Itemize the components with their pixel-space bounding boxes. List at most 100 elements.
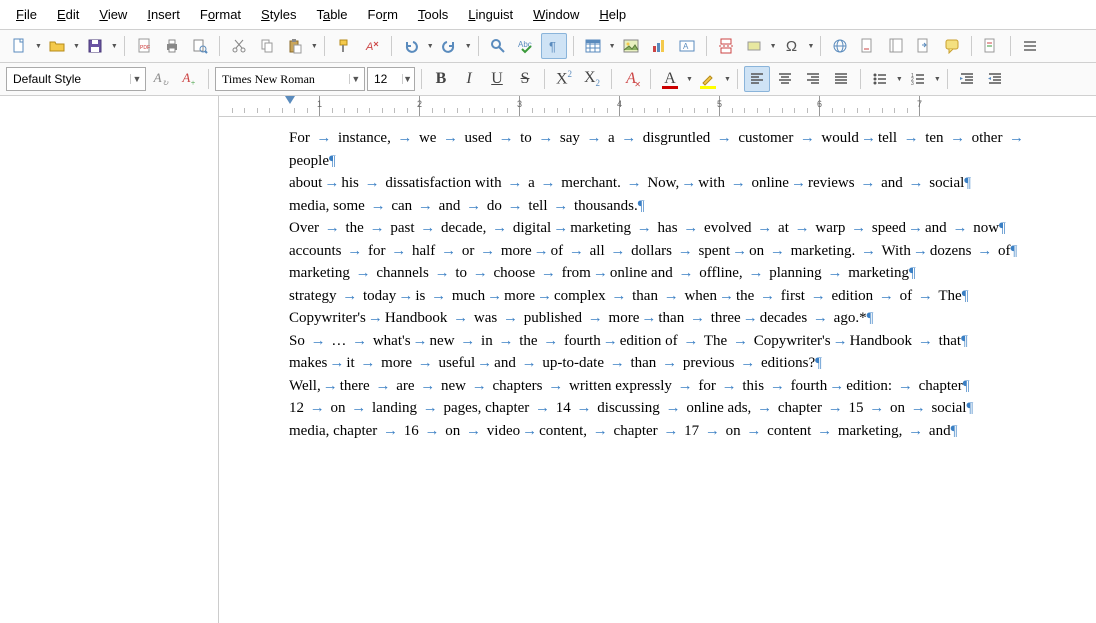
document-page[interactable]: For → instance, → we → used → to → say →… xyxy=(219,117,1096,452)
numbered-list-button[interactable]: 123 xyxy=(905,66,931,92)
bookmark-button[interactable] xyxy=(883,33,909,59)
undo-button[interactable] xyxy=(398,33,424,59)
cross-ref-button[interactable] xyxy=(911,33,937,59)
paragraph[interactable]: strategy → today→is → much→more→complex … xyxy=(289,285,1026,308)
dropdown-arrow-icon[interactable]: ▼ xyxy=(73,43,80,50)
new-style-button[interactable]: A+ xyxy=(176,66,202,92)
comment-button[interactable] xyxy=(939,33,965,59)
paragraph[interactable]: makes→it → more → useful→and → up-to-dat… xyxy=(289,352,1026,375)
insert-textbox-button[interactable]: A xyxy=(674,33,700,59)
menu-form[interactable]: Form xyxy=(360,4,406,25)
dropdown-arrow-icon[interactable]: ▼ xyxy=(427,43,434,50)
menu-linguist[interactable]: Linguist xyxy=(460,4,521,25)
bold-button[interactable]: B xyxy=(428,66,454,92)
print-preview-button[interactable] xyxy=(187,33,213,59)
dropdown-arrow-icon[interactable]: ▼ xyxy=(111,43,118,50)
special-char-button[interactable]: Ω xyxy=(779,33,805,59)
redo-button[interactable] xyxy=(436,33,462,59)
formatting-marks-button[interactable]: ¶ xyxy=(541,33,567,59)
menu-insert[interactable]: Insert xyxy=(139,4,188,25)
paragraph[interactable]: Over → the → past → decade, → digital→ma… xyxy=(289,217,1026,240)
menu-table[interactable]: Table xyxy=(308,4,355,25)
decrease-indent-button[interactable] xyxy=(982,66,1008,92)
dropdown-arrow-icon[interactable]: ▼ xyxy=(35,43,42,50)
paragraph[interactable]: Copywriter's→Handbook → was → published … xyxy=(289,307,1026,330)
subscript-button[interactable]: X2 xyxy=(579,66,605,92)
show-draw-button[interactable] xyxy=(1017,33,1043,59)
page-break-button[interactable] xyxy=(713,33,739,59)
dropdown-arrow-icon[interactable]: ▼ xyxy=(402,74,412,84)
clear-formatting-button[interactable]: A xyxy=(359,33,385,59)
cut-button[interactable] xyxy=(226,33,252,59)
menu-help[interactable]: Help xyxy=(591,4,634,25)
spellcheck-button[interactable]: Abc xyxy=(513,33,539,59)
menu-window[interactable]: Window xyxy=(525,4,587,25)
insert-image-button[interactable] xyxy=(618,33,644,59)
dropdown-arrow-icon[interactable]: ▼ xyxy=(934,76,941,83)
update-style-button[interactable]: A↻ xyxy=(148,66,174,92)
font-name-combo[interactable]: ▼ xyxy=(215,67,365,91)
save-button[interactable] xyxy=(82,33,108,59)
italic-button[interactable]: I xyxy=(456,66,482,92)
copy-button[interactable] xyxy=(254,33,280,59)
paragraph[interactable]: accounts → for → half → or → more→of → a… xyxy=(289,240,1026,263)
new-doc-button[interactable] xyxy=(6,33,32,59)
align-left-button[interactable] xyxy=(744,66,770,92)
paragraph[interactable]: marketing → channels → to → choose → fro… xyxy=(289,262,1026,285)
paragraph[interactable]: media, chapter → 16 → on → video→content… xyxy=(289,420,1026,443)
dropdown-arrow-icon[interactable]: ▼ xyxy=(686,76,693,83)
dropdown-arrow-icon[interactable]: ▼ xyxy=(311,43,318,50)
export-pdf-button[interactable]: PDF xyxy=(131,33,157,59)
paragraph[interactable]: Well,→there → are → new → chapters → wri… xyxy=(289,375,1026,398)
dropdown-arrow-icon[interactable]: ▼ xyxy=(770,43,777,50)
insert-chart-button[interactable] xyxy=(646,33,672,59)
font-name-input[interactable] xyxy=(222,72,345,87)
align-center-button[interactable] xyxy=(772,66,798,92)
insert-field-button[interactable] xyxy=(741,33,767,59)
menu-styles[interactable]: Styles xyxy=(253,4,304,25)
paragraph[interactable]: media, some → can → and → do → tell → th… xyxy=(289,195,1026,218)
paragraph[interactable]: So → … → what's→new → in → the → fourth→… xyxy=(289,330,1026,353)
hyperlink-button[interactable] xyxy=(827,33,853,59)
font-size-combo[interactable]: ▼ xyxy=(367,67,415,91)
increase-indent-button[interactable] xyxy=(954,66,980,92)
menu-tools[interactable]: Tools xyxy=(410,4,456,25)
align-justify-button[interactable] xyxy=(828,66,854,92)
align-right-button[interactable] xyxy=(800,66,826,92)
clear-format-button[interactable]: A✕ xyxy=(618,66,644,92)
insert-table-button[interactable] xyxy=(580,33,606,59)
clone-formatting-button[interactable] xyxy=(331,33,357,59)
footnote-button[interactable] xyxy=(855,33,881,59)
dropdown-arrow-icon[interactable]: ▼ xyxy=(896,76,903,83)
strikethrough-button[interactable]: S xyxy=(512,66,538,92)
menu-format[interactable]: Format xyxy=(192,4,249,25)
paragraph[interactable]: For → instance, → we → used → to → say →… xyxy=(289,127,1026,172)
superscript-button[interactable]: X2 xyxy=(551,66,577,92)
menu-view[interactable]: View xyxy=(91,4,135,25)
open-button[interactable] xyxy=(44,33,70,59)
paragraph-style-input[interactable] xyxy=(13,72,126,86)
menu-file[interactable]: File xyxy=(8,4,45,25)
dropdown-arrow-icon[interactable]: ▼ xyxy=(609,43,616,50)
paragraph[interactable]: about→his → dissatisfaction with → a → m… xyxy=(289,172,1026,195)
highlight-button[interactable] xyxy=(695,66,721,92)
paragraph[interactable]: 12 → on → landing → pages, chapter → 14 … xyxy=(289,397,1026,420)
paste-button[interactable] xyxy=(282,33,308,59)
underline-button[interactable]: U xyxy=(484,66,510,92)
menu-edit[interactable]: Edit xyxy=(49,4,87,25)
paragraph-style-combo[interactable]: ▼ xyxy=(6,67,146,91)
print-button[interactable] xyxy=(159,33,185,59)
dropdown-arrow-icon[interactable]: ▼ xyxy=(808,43,815,50)
dropdown-arrow-icon[interactable]: ▼ xyxy=(724,76,731,83)
dropdown-arrow-icon[interactable]: ▼ xyxy=(130,74,143,84)
font-color-button[interactable]: A xyxy=(657,66,683,92)
horizontal-ruler[interactable]: 1234567 xyxy=(219,96,1096,117)
bullet-list-button[interactable] xyxy=(867,66,893,92)
dropdown-arrow-icon[interactable]: ▼ xyxy=(349,74,362,84)
font-size-input[interactable] xyxy=(374,72,398,86)
indent-marker-icon[interactable] xyxy=(285,96,295,104)
dropdown-arrow-icon[interactable]: ▼ xyxy=(465,43,472,50)
document-area[interactable]: 1234567 For → instance, → we → used → to… xyxy=(219,96,1096,623)
find-replace-button[interactable] xyxy=(485,33,511,59)
track-changes-button[interactable] xyxy=(978,33,1004,59)
